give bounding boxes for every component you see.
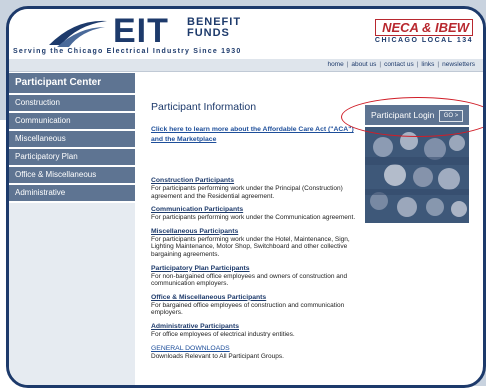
- top-nav: home | about us | contact us | links | newslette…: [9, 59, 483, 72]
- highlight-oval: [341, 97, 483, 137]
- section-communication: Communication Participants For participa…: [151, 206, 359, 222]
- section-miscellaneous: Miscellaneous Participants For participa…: [151, 228, 359, 259]
- participant-center-header: Participant Center: [9, 73, 135, 93]
- partner-logo: NECA & IBEW CHICAGO LOCAL 134: [374, 19, 473, 44]
- logo-text[interactable]: EIT: [113, 13, 169, 49]
- nav-link-home[interactable]: home: [327, 61, 343, 68]
- nav-link-links[interactable]: links: [421, 61, 434, 68]
- section-description: For non-bargained office employees and o…: [151, 272, 348, 288]
- section-title-link[interactable]: Communication Participants: [151, 206, 359, 214]
- nav-separator: |: [346, 61, 349, 68]
- main-content: Participant Information Click here to le…: [151, 101, 359, 366]
- aca-link[interactable]: Click here to learn more about the Affor…: [151, 125, 359, 145]
- partner-mark: NECA & IBEW: [374, 19, 473, 36]
- section-description: For participants performing work under t…: [151, 214, 356, 222]
- sidebar: Construction Communication Miscellaneous…: [9, 95, 135, 203]
- section-title-link[interactable]: Construction Participants: [151, 177, 359, 185]
- nav-link-contact[interactable]: contact us: [384, 61, 414, 68]
- workers-collage-image: [365, 127, 469, 223]
- sidebar-item-miscellaneous[interactable]: Miscellaneous: [9, 131, 135, 147]
- sidebar-item-office-miscellaneous[interactable]: Office & Miscellaneous: [9, 167, 135, 183]
- site-header: EIT BENEFIT FUNDS Serving the Chicago El…: [9, 9, 483, 57]
- section-office-miscellaneous: Office & Miscellaneous Participants For …: [151, 294, 359, 317]
- section-title-link[interactable]: Miscellaneous Participants: [151, 228, 359, 236]
- section-description: For participants performing work under t…: [151, 235, 350, 258]
- section-title-link[interactable]: Participatory Plan Participants: [151, 265, 359, 273]
- sidebar-item-administrative[interactable]: Administrative: [9, 185, 135, 201]
- section-title-link[interactable]: Administrative Participants: [151, 323, 359, 331]
- section-administrative: Administrative Participants For office e…: [151, 323, 359, 339]
- nav-link-about[interactable]: about us: [351, 61, 376, 68]
- workers-collage-art: [365, 127, 469, 223]
- section-description: For bargained office employees of constr…: [151, 301, 345, 317]
- downloads-link[interactable]: GENERAL DOWNLOADS: [151, 345, 359, 353]
- sidebar-item-participatory-plan[interactable]: Participatory Plan: [9, 149, 135, 165]
- section-description: For participants performing work under t…: [151, 185, 343, 200]
- sidebar-background: [9, 203, 135, 385]
- section-description: For office employees of electrical indus…: [151, 330, 295, 338]
- downloads-description: Downloads Relevant to All Participant Gr…: [151, 352, 284, 360]
- sidebar-item-construction[interactable]: Construction: [9, 95, 135, 111]
- nav-links: home | about us | contact us | links | newslette…: [327, 59, 475, 71]
- section-downloads: GENERAL DOWNLOADS Downloads Relevant to …: [151, 345, 359, 361]
- nav-separator: |: [416, 61, 419, 68]
- section-construction: Construction Participants For participan…: [151, 177, 359, 200]
- swoosh-logo-icon: [49, 20, 107, 47]
- nav-separator: |: [437, 61, 440, 68]
- section-participatory-plan: Participatory Plan Participants For non-…: [151, 265, 359, 288]
- site-frame: EIT BENEFIT FUNDS Serving the Chicago El…: [6, 6, 486, 388]
- tagline: Serving the Chicago Electrical Industry …: [13, 48, 242, 55]
- logo-subtitle: BENEFIT FUNDS: [187, 17, 241, 39]
- logo-sub-line2: FUNDS: [187, 27, 230, 39]
- page-title: Participant Information: [151, 101, 257, 113]
- section-title-link[interactable]: Office & Miscellaneous Participants: [151, 294, 359, 302]
- nav-link-newsletters[interactable]: newsletters: [442, 61, 475, 68]
- nav-separator: |: [379, 61, 382, 68]
- partner-subtitle: CHICAGO LOCAL 134: [374, 37, 473, 44]
- sidebar-item-communication[interactable]: Communication: [9, 113, 135, 129]
